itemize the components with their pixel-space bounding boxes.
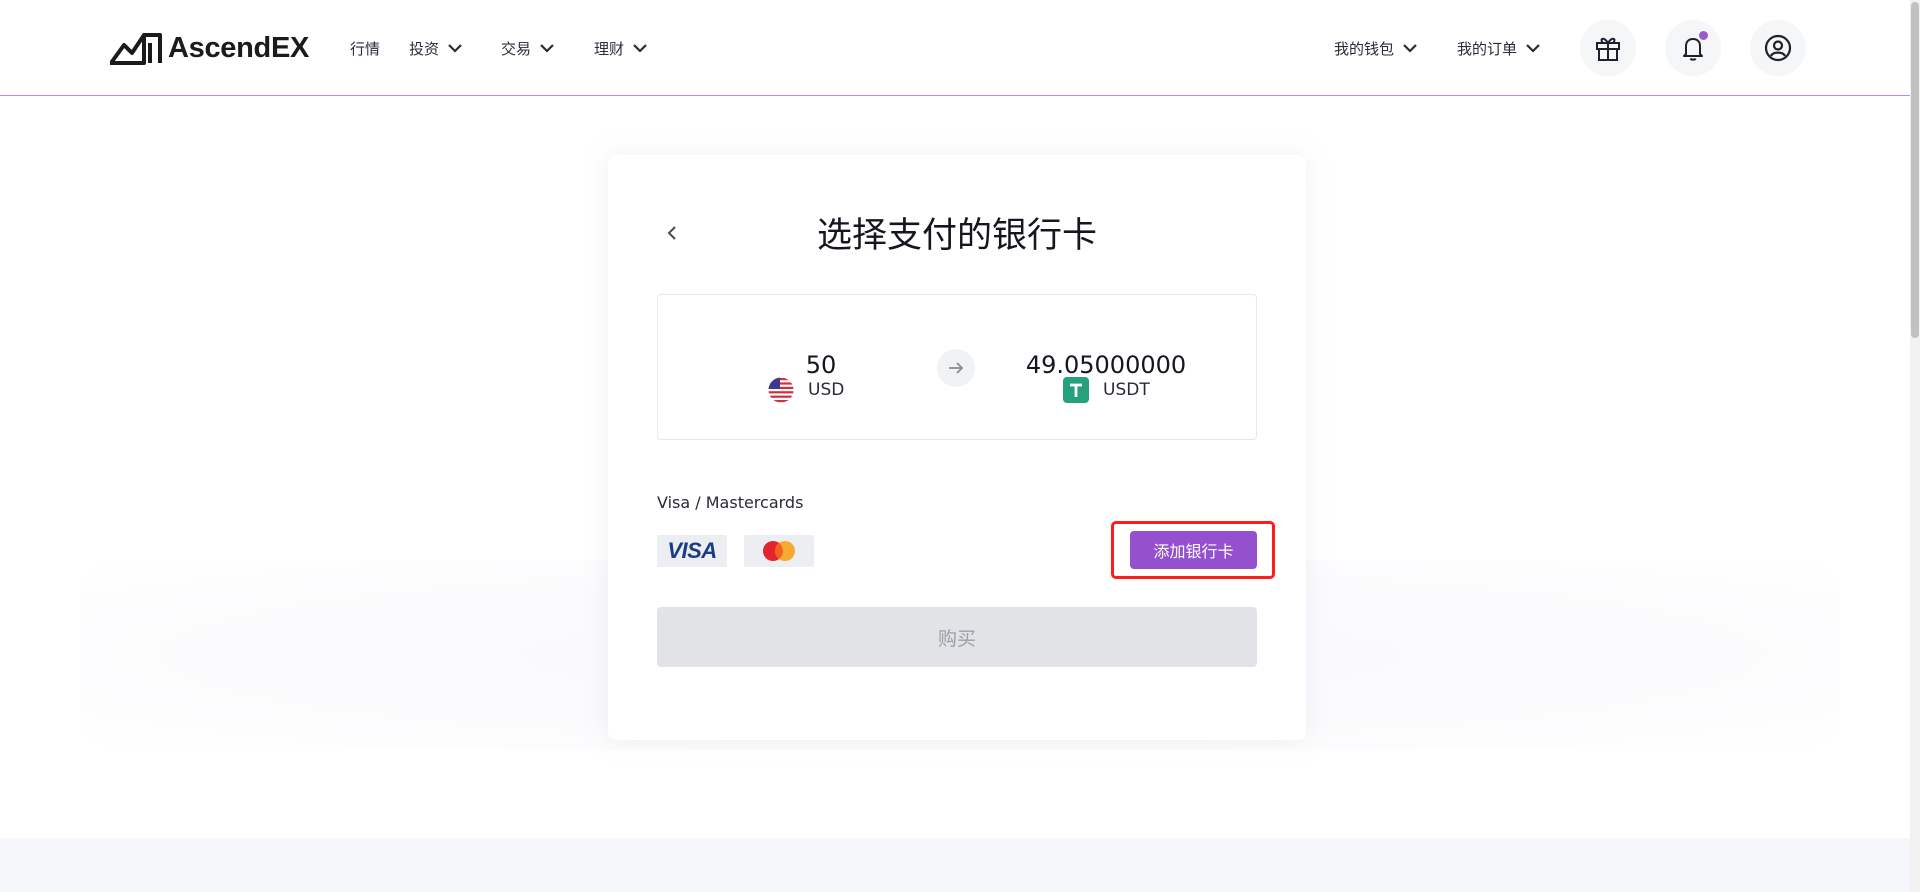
- us-flag-icon: [768, 377, 794, 403]
- top-nav-bar: AscendEX 行情 投资 交易 理财 我的钱包 我的订单: [0, 0, 1920, 96]
- page-title: 选择支付的银行卡: [816, 216, 1097, 256]
- to-amount: 49.05000000: [1025, 351, 1187, 379]
- scrollbar-thumb[interactable]: [1911, 2, 1919, 338]
- convert-arrow: [937, 349, 975, 387]
- nav-orders-label: 我的订单: [1457, 39, 1518, 58]
- nav-invest-label: 投资: [409, 39, 440, 58]
- to-currency: USDT: [1063, 377, 1150, 403]
- arrow-right-icon: [949, 362, 964, 374]
- chevron-down-icon: [448, 44, 462, 53]
- buy-button[interactable]: 购买: [657, 607, 1257, 667]
- gift-button[interactable]: [1580, 20, 1636, 76]
- footer-band: [0, 838, 1920, 892]
- tether-icon: [1063, 377, 1089, 403]
- nav-trade[interactable]: 交易: [501, 36, 556, 60]
- from-currency-label: USD: [808, 380, 845, 400]
- nav-orders[interactable]: 我的订单: [1457, 36, 1542, 60]
- nav-market[interactable]: 行情: [350, 36, 380, 60]
- nav-finance[interactable]: 理财: [594, 36, 649, 60]
- chevron-down-icon: [1526, 44, 1540, 53]
- add-bank-card-button[interactable]: 添加银行卡: [1130, 531, 1257, 569]
- card-type-label: Visa / Mastercards: [657, 493, 804, 512]
- gift-icon: [1596, 37, 1620, 61]
- account-button[interactable]: [1750, 20, 1806, 76]
- visa-logo: VISA: [657, 535, 727, 567]
- chevron-down-icon: [540, 44, 554, 53]
- from-currency: USD: [768, 377, 844, 403]
- visa-logo-text: VISA: [667, 538, 717, 563]
- nav-wallet[interactable]: 我的钱包: [1334, 36, 1419, 60]
- logo-text: AscendEX: [168, 31, 310, 64]
- mastercard-logo: [744, 535, 814, 567]
- from-amount: 50: [805, 351, 837, 379]
- notification-dot: [1698, 30, 1709, 41]
- nav-invest[interactable]: 投资: [409, 36, 464, 60]
- chevron-down-icon: [633, 44, 647, 53]
- nav-trade-label: 交易: [501, 39, 532, 58]
- user-icon: [1764, 34, 1792, 62]
- to-currency-label: USDT: [1103, 380, 1150, 400]
- ascendex-logo-icon: [110, 33, 162, 65]
- ascendex-logo[interactable]: AscendEX: [110, 30, 309, 66]
- nav-market-label: 行情: [350, 39, 381, 58]
- chevron-down-icon: [1403, 44, 1417, 53]
- mastercard-icon: [763, 541, 795, 561]
- nav-finance-label: 理财: [594, 39, 625, 58]
- notifications-button[interactable]: [1665, 20, 1721, 76]
- payment-card-panel: 选择支付的银行卡 50 USD 49.05000000 USDT Visa / …: [608, 155, 1306, 740]
- nav-wallet-label: 我的钱包: [1334, 39, 1395, 58]
